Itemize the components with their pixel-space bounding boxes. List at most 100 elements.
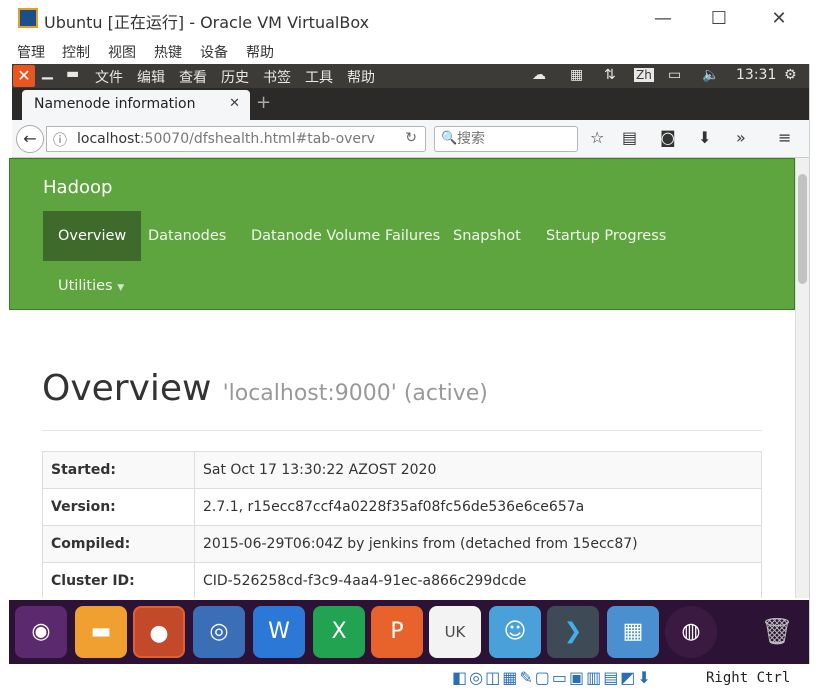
info-icon[interactable]: ⓘ xyxy=(53,130,67,150)
nav-overview[interactable]: Overview xyxy=(43,211,142,261)
tab-namenode-information[interactable]: Namenode information ✕ xyxy=(22,90,250,120)
row-key: Cluster ID: xyxy=(42,562,195,598)
maximize-icon[interactable]: ▬ xyxy=(66,66,79,82)
ff-menu-file[interactable]: 文件 xyxy=(95,67,123,87)
weather-icon[interactable]: ☁ xyxy=(532,67,546,83)
keyboard-icon[interactable]: ▦ xyxy=(570,67,583,83)
chromium-icon[interactable]: ◎ xyxy=(193,606,245,658)
hamburger-menu-icon[interactable]: ≡ xyxy=(778,128,791,147)
row-value: Sat Oct 17 13:30:22 AZOST 2020 xyxy=(194,451,762,489)
row-value: 2.7.1, r15ecc87ccf4a0228f35af08fc56de536… xyxy=(194,488,762,526)
ubuntu-kylin-software-center-icon[interactable]: UK xyxy=(429,606,481,658)
menu-view[interactable]: 视图 xyxy=(108,42,136,62)
search-icon: 🔍 xyxy=(441,131,458,146)
ubuntu-top-panel: ✕ ▁ ▬ 文件 编辑 查看 历史 书签 工具 帮助 ☁ ▦ ⇅ Zh ▭ 🔈 … xyxy=(12,64,809,88)
disc-icon[interactable]: ◍ xyxy=(665,606,717,658)
row-value: CID-526258cd-f3c9-4aa4-91ec-a866c299dcde xyxy=(194,562,762,598)
host-key-label: Right Ctrl xyxy=(706,670,791,686)
network-icon[interactable]: ⇅ xyxy=(604,67,616,83)
ff-menu-bookmarks[interactable]: 书签 xyxy=(263,67,291,87)
page-subtitle: 'localhost:9000' (active) xyxy=(222,381,488,406)
device-status-icons[interactable]: ◧◎◫▦✎▢▭▣▥▤◩⬇ xyxy=(452,668,653,687)
divider xyxy=(42,430,762,431)
firefox-tabbar: Namenode information ✕ + xyxy=(12,88,809,120)
web-content: Hadoop Overview Datanodes Datanode Volum… xyxy=(9,158,795,598)
app-close-button[interactable]: ✕ xyxy=(13,65,35,87)
minimize-icon[interactable]: ▁ xyxy=(42,64,53,80)
wps-presentation-icon[interactable]: P xyxy=(371,606,423,658)
table-row: Cluster ID: CID-526258cd-f3c9-4aa4-91ec-… xyxy=(42,562,762,598)
nav-utilities-label: Utilities xyxy=(58,278,113,294)
new-tab-button[interactable]: + xyxy=(256,92,271,113)
close-button[interactable]: ✕ xyxy=(764,6,794,32)
battery-icon[interactable]: ▭ xyxy=(668,67,681,83)
window-title: Ubuntu [正在运行] - Oracle VM VirtualBox xyxy=(44,13,370,32)
ff-menu-help[interactable]: 帮助 xyxy=(347,67,375,87)
vbox-statusbar: ◧◎◫▦✎▢▭▣▥▤◩⬇ Right Ctrl xyxy=(0,664,810,698)
clock[interactable]: 13:31 xyxy=(736,67,776,83)
back-button[interactable]: ← xyxy=(16,125,44,153)
nav-startup-progress[interactable]: Startup Progress xyxy=(531,211,681,261)
scrollbar-thumb[interactable] xyxy=(798,174,807,284)
ff-menu-tools[interactable]: 工具 xyxy=(305,67,333,87)
menu-manage[interactable]: 管理 xyxy=(17,42,45,62)
url-host: localhost xyxy=(77,131,140,147)
table-row: Started: Sat Oct 17 13:30:22 AZOST 2020 xyxy=(42,451,762,489)
vbox-menubar: 管理 控制 视图 热键 设备 帮助 xyxy=(0,38,810,64)
pocket-icon[interactable]: ◙ xyxy=(660,128,676,147)
download-icon[interactable]: ⬇ xyxy=(698,128,711,147)
minimize-button[interactable]: — xyxy=(648,6,678,32)
table-row: Version: 2.7.1, r15ecc87ccf4a0228f35af08… xyxy=(42,488,762,526)
terminal-icon[interactable]: ❯ xyxy=(547,606,599,658)
menu-hotkey[interactable]: 热键 xyxy=(154,42,182,62)
tab-close-icon[interactable]: ✕ xyxy=(229,96,240,111)
page-heading: Overview 'localhost:9000' (active) xyxy=(42,368,488,409)
url-path: :50070/dfshealth.html#tab-overv xyxy=(139,131,376,147)
search-input[interactable] xyxy=(457,130,575,148)
ff-menu-view[interactable]: 查看 xyxy=(179,67,207,87)
maximize-button[interactable]: ☐ xyxy=(704,6,734,32)
reading-list-icon[interactable]: ▤ xyxy=(622,128,637,147)
reload-icon[interactable]: ↻ xyxy=(405,130,417,146)
firefox-icon[interactable]: ● xyxy=(133,606,185,658)
caret-down-icon: ▼ xyxy=(117,283,125,293)
ff-menu-edit[interactable]: 编辑 xyxy=(137,67,165,87)
ff-menu-history[interactable]: 历史 xyxy=(221,67,249,87)
volume-icon[interactable]: 🔈 xyxy=(702,67,719,83)
nav-datanodes[interactable]: Datanodes xyxy=(133,211,241,261)
virtualbox-window: Ubuntu [正在运行] - Oracle VM VirtualBox — ☐… xyxy=(0,0,810,698)
nav-datanode-volume-failures[interactable]: Datanode Volume Failures xyxy=(236,211,455,261)
hadoop-navbar: Hadoop Overview Datanodes Datanode Volum… xyxy=(9,158,795,310)
row-key: Compiled: xyxy=(42,525,195,563)
page-scrollbar[interactable] xyxy=(795,158,809,598)
wps-writer-icon[interactable]: W xyxy=(253,606,305,658)
menu-devices[interactable]: 设备 xyxy=(200,42,228,62)
menu-help[interactable]: 帮助 xyxy=(246,42,274,62)
firefox-navbar: ← ⓘ localhost:50070/dfshealth.html#tab-o… xyxy=(12,120,809,158)
settings-gear-icon[interactable]: ⚙ xyxy=(784,67,797,83)
row-key: Version: xyxy=(42,488,195,526)
search-box[interactable]: 🔍 xyxy=(434,126,578,152)
url-text[interactable]: localhost:50070/dfshealth.html#tab-overv xyxy=(77,131,375,147)
hadoop-brand[interactable]: Hadoop xyxy=(43,177,112,198)
bookmark-star-icon[interactable]: ☆ xyxy=(590,128,604,147)
nav-snapshot[interactable]: Snapshot xyxy=(438,211,536,261)
kylin-assistant-icon[interactable]: ☺ xyxy=(489,606,541,658)
menu-control[interactable]: 控制 xyxy=(62,42,90,62)
trash-icon[interactable]: 🗑 xyxy=(751,606,803,658)
virtualbox-logo-icon xyxy=(18,8,38,28)
workspace-switcher-icon[interactable]: ▦ xyxy=(607,606,659,658)
nav-utilities-dropdown[interactable]: Utilities ▼ xyxy=(43,261,139,311)
table-row: Compiled: 2015-06-29T06:04Z by jenkins f… xyxy=(42,525,762,563)
overflow-icon[interactable]: » xyxy=(736,128,746,147)
page-title: Overview xyxy=(42,368,212,409)
tab-title: Namenode information xyxy=(34,96,196,112)
files-folder-icon[interactable]: ▬ xyxy=(75,606,127,658)
row-key: Started: xyxy=(42,451,195,489)
input-method-indicator[interactable]: Zh xyxy=(634,68,654,82)
wps-spreadsheet-icon[interactable]: X xyxy=(313,606,365,658)
overview-table: Started: Sat Oct 17 13:30:22 AZOST 2020 … xyxy=(42,451,762,598)
ubuntu-dash-icon[interactable]: ◉ xyxy=(15,606,67,658)
vbox-titlebar: Ubuntu [正在运行] - Oracle VM VirtualBox — ☐… xyxy=(0,0,810,38)
url-bar[interactable]: ⓘ localhost:50070/dfshealth.html#tab-ove… xyxy=(46,126,426,152)
